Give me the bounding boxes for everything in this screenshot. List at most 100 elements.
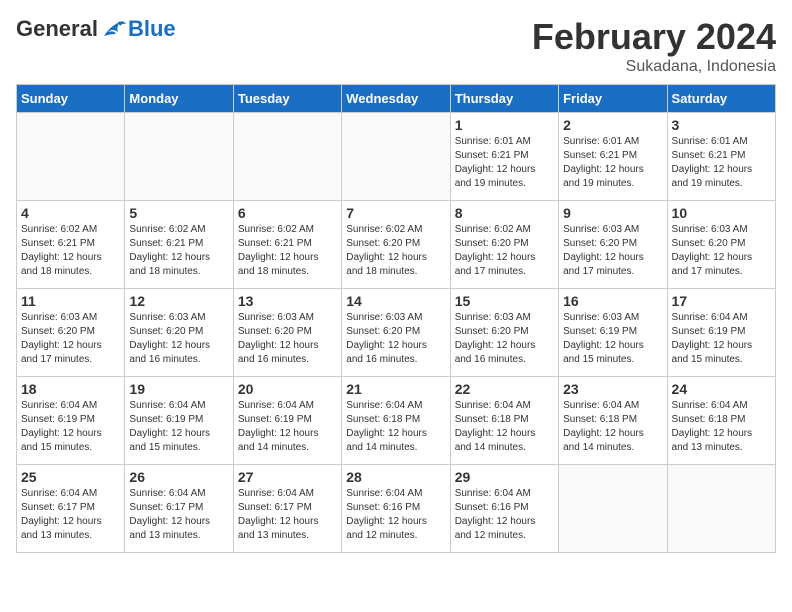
logo-bird-icon [100,18,128,40]
day-number: 8 [455,205,554,221]
day-info: Sunrise: 6:04 AM Sunset: 6:17 PM Dayligh… [21,487,120,543]
calendar-cell: 28 Sunrise: 6:04 AM Sunset: 6:16 PM Dayli… [342,465,450,553]
weekday-header-cell: Friday [559,85,667,113]
calendar-cell: 14 Sunrise: 6:03 AM Sunset: 6:20 PM Dayli… [342,289,450,377]
day-info: Sunrise: 6:02 AM Sunset: 6:21 PM Dayligh… [21,223,120,279]
day-info: Sunrise: 6:01 AM Sunset: 6:21 PM Dayligh… [672,135,771,191]
weekday-header-cell: Wednesday [342,85,450,113]
calendar-week-row: 1 Sunrise: 6:01 AM Sunset: 6:21 PM Daylig… [17,113,776,201]
calendar-cell: 16 Sunrise: 6:03 AM Sunset: 6:19 PM Dayli… [559,289,667,377]
day-number: 23 [563,381,662,397]
day-info: Sunrise: 6:03 AM Sunset: 6:20 PM Dayligh… [346,311,445,367]
calendar-cell: 24 Sunrise: 6:04 AM Sunset: 6:18 PM Dayli… [667,377,775,465]
day-number: 10 [672,205,771,221]
day-info: Sunrise: 6:01 AM Sunset: 6:21 PM Dayligh… [455,135,554,191]
day-number: 19 [129,381,228,397]
calendar-cell: 6 Sunrise: 6:02 AM Sunset: 6:21 PM Daylig… [233,201,341,289]
calendar-cell: 25 Sunrise: 6:04 AM Sunset: 6:17 PM Dayli… [17,465,125,553]
day-number: 15 [455,293,554,309]
day-info: Sunrise: 6:04 AM Sunset: 6:19 PM Dayligh… [238,399,337,455]
calendar-cell [342,113,450,201]
day-info: Sunrise: 6:04 AM Sunset: 6:17 PM Dayligh… [238,487,337,543]
day-info: Sunrise: 6:02 AM Sunset: 6:21 PM Dayligh… [238,223,337,279]
calendar-subtitle: Sukadana, Indonesia [532,58,776,76]
calendar-cell: 26 Sunrise: 6:04 AM Sunset: 6:17 PM Dayli… [125,465,233,553]
header: General Blue February 2024 Sukadana, Ind… [16,16,776,76]
day-info: Sunrise: 6:04 AM Sunset: 6:19 PM Dayligh… [129,399,228,455]
day-info: Sunrise: 6:04 AM Sunset: 6:17 PM Dayligh… [129,487,228,543]
logo-blue: Blue [128,16,176,42]
day-number: 1 [455,117,554,133]
calendar-cell: 5Sunrise: 6:02 AM Sunset: 6:21 PM Daylig… [125,201,233,289]
day-number: 21 [346,381,445,397]
calendar-body: 1 Sunrise: 6:01 AM Sunset: 6:21 PM Daylig… [17,113,776,553]
calendar-cell: 4 Sunrise: 6:02 AM Sunset: 6:21 PM Daylig… [17,201,125,289]
day-info: Sunrise: 6:03 AM Sunset: 6:20 PM Dayligh… [672,223,771,279]
day-info: Sunrise: 6:04 AM Sunset: 6:18 PM Dayligh… [455,399,554,455]
day-info: Sunrise: 6:04 AM Sunset: 6:18 PM Dayligh… [563,399,662,455]
day-info: Sunrise: 6:03 AM Sunset: 6:19 PM Dayligh… [563,311,662,367]
day-info: Sunrise: 6:02 AM Sunset: 6:21 PM Dayligh… [129,223,228,279]
calendar-cell: 1 Sunrise: 6:01 AM Sunset: 6:21 PM Daylig… [450,113,558,201]
day-number: 16 [563,293,662,309]
calendar-cell: 27 Sunrise: 6:04 AM Sunset: 6:17 PM Dayli… [233,465,341,553]
calendar-cell: 21 Sunrise: 6:04 AM Sunset: 6:18 PM Dayli… [342,377,450,465]
calendar-cell [233,113,341,201]
day-number: 26 [129,469,228,485]
day-info: Sunrise: 6:03 AM Sunset: 6:20 PM Dayligh… [238,311,337,367]
calendar-cell: 12 Sunrise: 6:03 AM Sunset: 6:20 PM Dayli… [125,289,233,377]
calendar-cell: 9Sunrise: 6:03 AM Sunset: 6:20 PM Daylig… [559,201,667,289]
calendar-title: February 2024 [532,16,776,58]
calendar-cell [17,113,125,201]
calendar-week-row: 4 Sunrise: 6:02 AM Sunset: 6:21 PM Daylig… [17,201,776,289]
day-info: Sunrise: 6:01 AM Sunset: 6:21 PM Dayligh… [563,135,662,191]
day-info: Sunrise: 6:04 AM Sunset: 6:16 PM Dayligh… [346,487,445,543]
day-number: 7 [346,205,445,221]
calendar-cell: 20 Sunrise: 6:04 AM Sunset: 6:19 PM Dayli… [233,377,341,465]
day-info: Sunrise: 6:04 AM Sunset: 6:18 PM Dayligh… [346,399,445,455]
calendar-cell: 13 Sunrise: 6:03 AM Sunset: 6:20 PM Dayli… [233,289,341,377]
day-number: 27 [238,469,337,485]
logo-general: General [16,16,98,42]
day-number: 14 [346,293,445,309]
day-info: Sunrise: 6:02 AM Sunset: 6:20 PM Dayligh… [455,223,554,279]
day-info: Sunrise: 6:04 AM Sunset: 6:18 PM Dayligh… [672,399,771,455]
day-number: 25 [21,469,120,485]
day-number: 6 [238,205,337,221]
weekday-header-cell: Thursday [450,85,558,113]
calendar-cell: 2 Sunrise: 6:01 AM Sunset: 6:21 PM Daylig… [559,113,667,201]
calendar-cell: 8 Sunrise: 6:02 AM Sunset: 6:20 PM Daylig… [450,201,558,289]
day-info: Sunrise: 6:04 AM Sunset: 6:19 PM Dayligh… [672,311,771,367]
day-number: 29 [455,469,554,485]
day-number: 4 [21,205,120,221]
day-number: 18 [21,381,120,397]
weekday-header-row: SundayMondayTuesdayWednesdayThursdayFrid… [17,85,776,113]
day-number: 9 [563,205,662,221]
day-number: 13 [238,293,337,309]
day-number: 28 [346,469,445,485]
weekday-header-cell: Saturday [667,85,775,113]
calendar-cell: 3Sunrise: 6:01 AM Sunset: 6:21 PM Daylig… [667,113,775,201]
calendar-cell: 18Sunrise: 6:04 AM Sunset: 6:19 PM Dayli… [17,377,125,465]
weekday-header-cell: Tuesday [233,85,341,113]
calendar-cell [667,465,775,553]
day-number: 2 [563,117,662,133]
day-number: 12 [129,293,228,309]
day-info: Sunrise: 6:03 AM Sunset: 6:20 PM Dayligh… [455,311,554,367]
day-number: 20 [238,381,337,397]
day-number: 24 [672,381,771,397]
calendar-cell: 10 Sunrise: 6:03 AM Sunset: 6:20 PM Dayli… [667,201,775,289]
calendar-week-row: 18 Sunrise: 6:04 AM Sunset: 6:19 PM Dayli… [17,377,776,465]
weekday-header-cell: Monday [125,85,233,113]
weekday-header-cell: Sunday [17,85,125,113]
calendar-cell [125,113,233,201]
calendar-cell: 7 Sunrise: 6:02 AM Sunset: 6:20 PM Daylig… [342,201,450,289]
calendar-week-row: 11 Sunrise: 6:03 AM Sunset: 6:20 PM Dayli… [17,289,776,377]
logo: General Blue [16,16,176,42]
calendar-cell: 23 Sunrise: 6:04 AM Sunset: 6:18 PM Dayli… [559,377,667,465]
day-info: Sunrise: 6:02 AM Sunset: 6:20 PM Dayligh… [346,223,445,279]
day-info: Sunrise: 6:03 AM Sunset: 6:20 PM Dayligh… [21,311,120,367]
calendar-cell: 17Sunrise: 6:04 AM Sunset: 6:19 PM Dayli… [667,289,775,377]
day-info: Sunrise: 6:03 AM Sunset: 6:20 PM Dayligh… [129,311,228,367]
day-number: 11 [21,293,120,309]
